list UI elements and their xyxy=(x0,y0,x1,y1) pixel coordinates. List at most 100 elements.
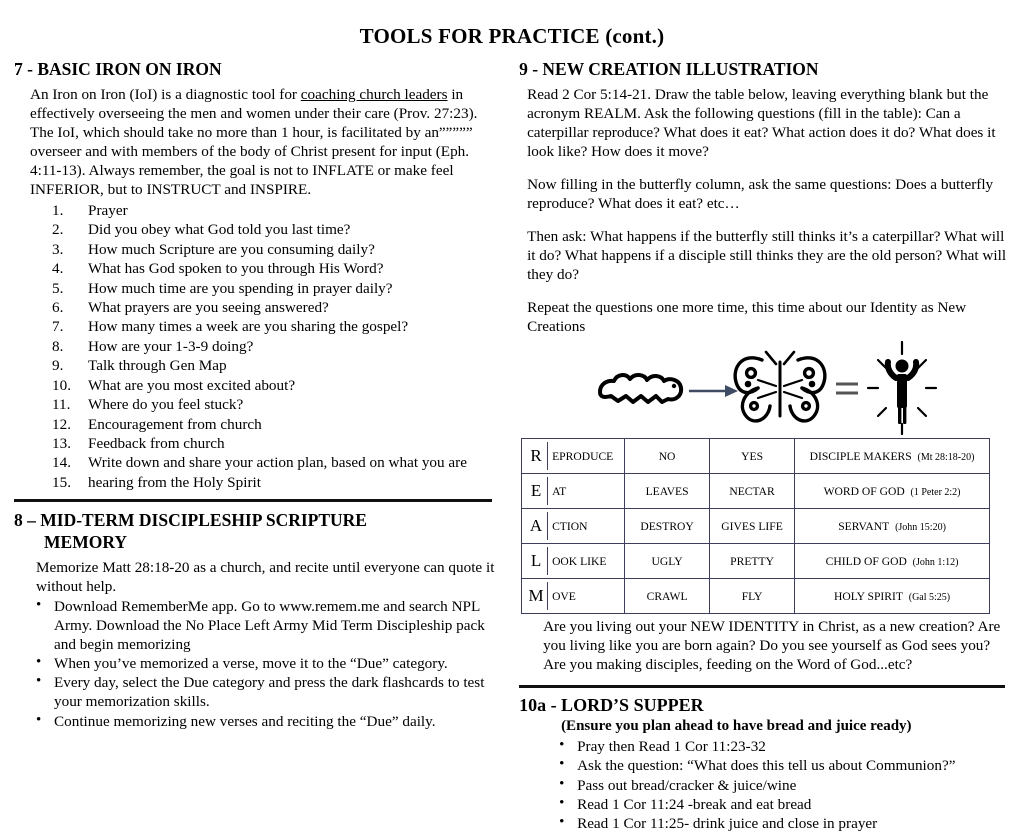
realm-word-rest: OVE xyxy=(552,589,576,603)
section-8-heading: 8 – MID-TERM DISCIPLESHIP SCRIPTURE MEMOR… xyxy=(14,510,497,553)
identity-cell: CHILD OF GOD (John 1:12) xyxy=(794,543,991,580)
section-10a-heading: 10a - LORD’S SUPPER xyxy=(519,695,704,716)
list-item: How much Scripture are you consuming dai… xyxy=(52,240,375,260)
section-9-closing-text: Are you living out your NEW IDENTITY in … xyxy=(543,618,1001,674)
two-column-body: 7 - BASIC IRON ON IRON An Iron on Iron (… xyxy=(0,49,1024,833)
realm-letter: A xyxy=(525,512,549,541)
section-9-paragraph-3: Then ask: What happens if the butterfly … xyxy=(527,227,1007,283)
list-item: hearing from the Holy Spirit xyxy=(52,473,261,493)
right-section-divider xyxy=(519,685,1006,689)
table-row: E AT LEAVES NECTAR WORD OF GOD (1 Peter … xyxy=(521,473,991,510)
realm-letter: E xyxy=(525,477,549,506)
identity-cell: SERVANT (John 15:20) xyxy=(794,508,991,545)
caterpillar-cell: NO xyxy=(624,438,711,475)
list-item: When you’ve memorized a verse, move it t… xyxy=(14,653,497,673)
table-row: A CTION DESTROY GIVES LIFE SERVANT (John… xyxy=(521,508,991,545)
realm-letter-cell: L OOK LIKE xyxy=(521,543,626,580)
section-8-heading-line2: MEMORY xyxy=(44,531,127,552)
identity-cell: DISCIPLE MAKERS (Mt 28:18-20) xyxy=(794,438,991,475)
arrow-right-icon xyxy=(688,385,738,398)
list-item: Write down and share your action plan, b… xyxy=(52,453,467,473)
section-7-heading: 7 - BASIC IRON ON IRON xyxy=(14,59,222,79)
scripture-memory-bullets: Download RememberMe app. Go to www.remem… xyxy=(14,596,497,731)
left-section-divider xyxy=(14,499,492,503)
caterpillar-cell: UGLY xyxy=(624,543,711,580)
butterfly-cell: PRETTY xyxy=(709,543,796,580)
butterfly-cell: GIVES LIFE xyxy=(709,508,796,545)
section-9-heading: 9 - NEW CREATION ILLUSTRATION xyxy=(519,59,819,79)
coaching-church-leaders-link[interactable]: coaching church leaders xyxy=(301,86,448,103)
butterfly-cell: YES xyxy=(709,438,796,475)
section-7-paragraph-part1: An Iron on Iron (IoI) is a diagnostic to… xyxy=(30,86,301,104)
realm-letter-cell: M OVE xyxy=(521,578,626,615)
list-item: Continue memorizing new verses and recit… xyxy=(14,711,497,731)
butterfly-icon xyxy=(732,351,827,424)
caterpillar-cell: CRAWL xyxy=(624,578,711,615)
identity-label: HOLY SPIRIT xyxy=(833,589,903,603)
left-column: 7 - BASIC IRON ON IRON An Iron on Iron (… xyxy=(14,59,509,833)
realm-word-rest: CTION xyxy=(552,519,588,533)
list-item: Pray then Read 1 Cor 11:23-32 xyxy=(519,736,1010,756)
realm-letter: M xyxy=(525,582,549,611)
section-8-intro: Memorize Matt 28:18-20 as a church, and … xyxy=(36,558,495,595)
section-10a-subheading: (Ensure you plan ahead to have bread and… xyxy=(561,718,912,735)
lords-supper-bullets: Pray then Read 1 Cor 11:23-32 Ask the qu… xyxy=(519,736,1010,833)
realm-letter-cell: A CTION xyxy=(521,508,626,545)
list-item: How many times a week are you sharing th… xyxy=(52,317,409,337)
scripture-reference: (1 Peter 2:2) xyxy=(910,486,961,498)
table-row: M OVE CRAWL FLY HOLY SPIRIT (Gal 5:25) xyxy=(521,578,991,615)
list-item: Download RememberMe app. Go to www.remem… xyxy=(14,596,497,654)
right-column: 9 - NEW CREATION ILLUSTRATION Read 2 Cor… xyxy=(509,59,1010,833)
list-item: Every day, select the Due category and p… xyxy=(14,672,497,711)
page-title: TOOLS FOR PRACTICE (cont.) xyxy=(359,24,665,48)
list-item: Where do you feel stuck? xyxy=(52,395,244,415)
scripture-reference: (John 15:20) xyxy=(895,521,946,533)
realm-word-rest: EPRODUCE xyxy=(552,449,614,463)
list-item: Did you obey what God told you last time… xyxy=(52,220,351,240)
identity-cell: WORD OF GOD (1 Peter 2:2) xyxy=(794,473,991,510)
section-7-paragraph: An Iron on Iron (IoI) is a diagnostic to… xyxy=(14,86,497,200)
list-item: Ask the question: “What does this tell u… xyxy=(519,755,1010,775)
caterpillar-cell: LEAVES xyxy=(624,473,711,510)
realm-letter-cell: R EPRODUCE xyxy=(521,438,626,475)
document-page: TOOLS FOR PRACTICE (cont.) 7 - BASIC IRO… xyxy=(0,0,1024,832)
list-item: Talk through Gen Map xyxy=(52,356,227,376)
identity-label: DISCIPLE MAKERS xyxy=(809,449,912,463)
radiant-person-icon xyxy=(866,341,937,436)
butterfly-cell: NECTAR xyxy=(709,473,796,510)
scripture-reference: (John 1:12) xyxy=(912,556,959,568)
list-item: Pass out bread/cracker & juice/wine xyxy=(519,775,1010,795)
list-item: What are you most excited about? xyxy=(52,376,296,396)
list-item: What has God spoken to you through His W… xyxy=(52,259,384,279)
caterpillar-icon xyxy=(597,373,683,405)
section-9-paragraph-4: Repeat the questions one more time, this… xyxy=(527,298,967,335)
equals-sign-icon xyxy=(835,382,858,395)
section-9-paragraph-2: Now filling in the butterfly column, ask… xyxy=(527,176,994,212)
list-item: Read 1 Cor 11:24 -break and eat bread xyxy=(519,794,1010,814)
scripture-reference: (Gal 5:25) xyxy=(908,591,951,603)
list-item: How are your 1-3-9 doing? xyxy=(52,337,254,357)
realm-word-rest: OOK LIKE xyxy=(552,554,607,568)
new-creation-illustration xyxy=(519,340,1010,436)
butterfly-cell: FLY xyxy=(709,578,796,615)
list-item: Feedback from church xyxy=(52,434,225,454)
scripture-reference: (Mt 28:18-20) xyxy=(917,451,975,463)
list-item: Encouragement from church xyxy=(52,415,262,435)
list-item: Prayer xyxy=(52,201,128,221)
table-row: L OOK LIKE UGLY PRETTY CHILD OF GOD (Joh… xyxy=(521,543,991,580)
iron-on-iron-question-list: Prayer Did you obey what God told you la… xyxy=(14,201,497,493)
identity-label: CHILD OF GOD xyxy=(825,554,907,568)
caterpillar-cell: DESTROY xyxy=(624,508,711,545)
list-item: How much time are you spending in prayer… xyxy=(52,279,393,299)
realm-letter-cell: E AT xyxy=(521,473,626,510)
identity-label: WORD OF GOD xyxy=(823,484,905,498)
realm-word-rest: AT xyxy=(552,484,567,498)
identity-label: SERVANT xyxy=(838,519,890,533)
list-item: Read 1 Cor 11:25- drink juice and close … xyxy=(519,813,1010,833)
list-item: What prayers are you seeing answered? xyxy=(52,298,329,318)
section-8-heading-line1: 8 – MID-TERM DISCIPLESHIP SCRIPTURE xyxy=(14,510,367,531)
section-9-paragraph-1: Read 2 Cor 5:14-21. Draw the table below… xyxy=(527,86,996,161)
illustration-svg xyxy=(597,341,937,436)
realm-letter: L xyxy=(525,547,549,576)
realm-table: R EPRODUCE NO YES DISCIPLE MAKERS (Mt 28… xyxy=(521,438,991,615)
